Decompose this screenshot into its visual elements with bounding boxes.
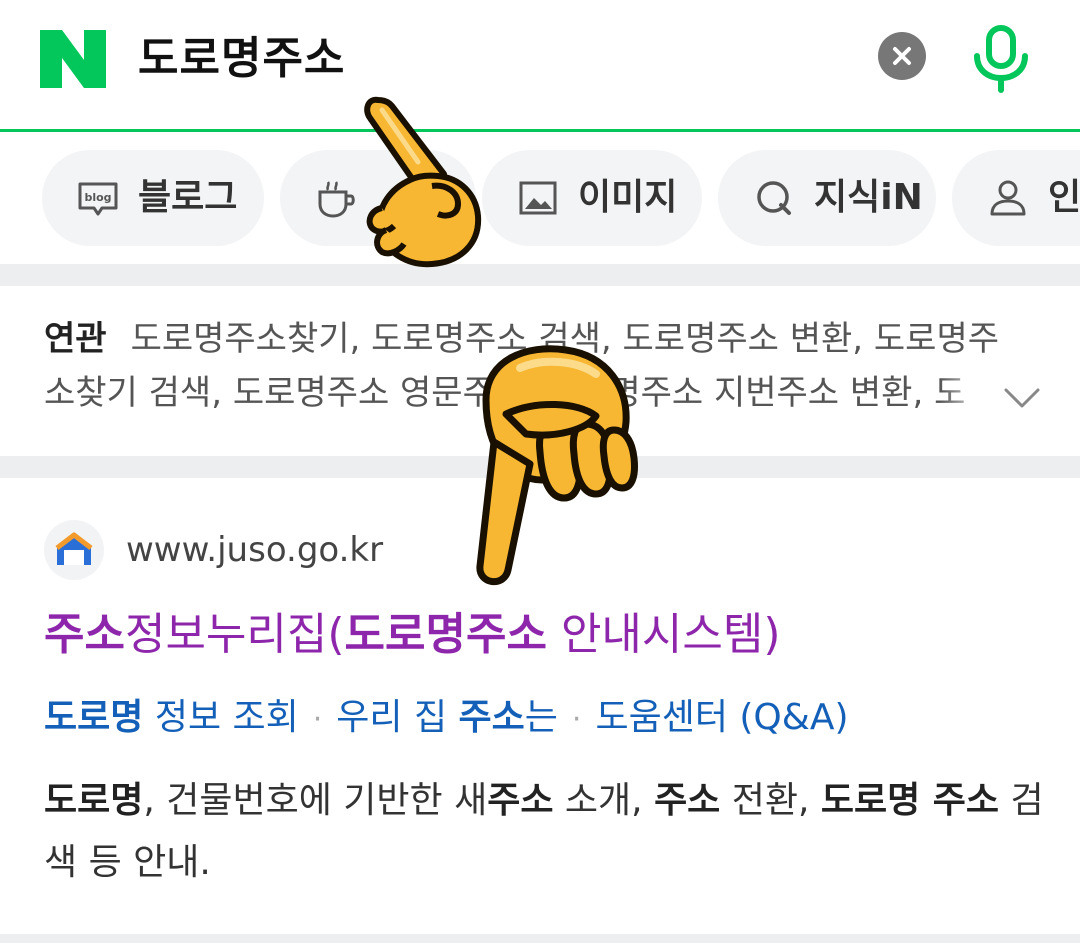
expand-related-button[interactable] (1000, 380, 1044, 416)
title-highlight: 도로명주소 (344, 609, 547, 660)
site-url[interactable]: www.juso.go.kr (126, 526, 383, 574)
title-text: 안내시스템) (546, 609, 781, 660)
tab-label: 지식iN (814, 177, 923, 218)
blog-icon: blog (78, 182, 118, 216)
image-icon (519, 181, 557, 215)
naver-logo[interactable] (40, 30, 106, 88)
sublink-highlight: 도로명 (44, 697, 144, 738)
search-bar: 도로명주소 (0, 0, 1080, 132)
sublink-highlight: 주소 (458, 697, 525, 738)
close-icon (893, 47, 911, 65)
section-divider (0, 934, 1080, 943)
tab-people[interactable]: 인 (952, 150, 1080, 246)
result-sublinks: 도로명 정보 조회 · 우리 집 주소는 · 도움센터 (Q&A) (44, 690, 849, 748)
result-title-link[interactable]: 주소정보누리집(도로명주소 안내시스템) (44, 602, 781, 668)
microphone-icon (974, 25, 1028, 93)
separator: · (312, 702, 323, 737)
tab-images[interactable]: 이미지 (482, 150, 702, 246)
result-description: 도로명, 건물번호에 기반한 새주소 소개, 주소 전환, 도로명 주소 검색 … (44, 770, 1044, 894)
sublink-help-center[interactable]: 도움센터 (Q&A) (595, 697, 848, 738)
tab-knowledge-in[interactable]: 지식iN (718, 150, 936, 246)
voice-search-button[interactable] (968, 22, 1034, 94)
tab-label: 인 (1048, 177, 1080, 218)
search-filter-tabs: blog 블로그 이미지 지식iN 인 (0, 150, 1080, 246)
tab-blog[interactable]: blog 블로그 (42, 150, 264, 246)
desc-highlight: 도로명 주소 (820, 780, 1000, 821)
sublink-road-name-lookup[interactable]: 도로명 정보 조회 (44, 697, 299, 738)
separator: · (571, 702, 582, 737)
clear-search-button[interactable] (878, 32, 926, 80)
tab-label: 블로그 (138, 177, 238, 218)
section-divider (0, 264, 1080, 286)
desc-text: 소개, (553, 780, 655, 821)
sublink-text: 우리 집 (336, 697, 459, 738)
desc-highlight: 도로명 (44, 780, 144, 821)
sublink-text: 는 (524, 697, 558, 738)
sublink-my-address[interactable]: 우리 집 주소는 (336, 697, 558, 738)
desc-highlight: 주소 (654, 780, 721, 821)
title-highlight: 주소 (44, 609, 125, 660)
chevron-down-icon (1004, 388, 1040, 408)
tab-label: 이미지 (578, 177, 678, 218)
pointing-up-hand-icon (320, 88, 500, 278)
person-icon (990, 180, 1026, 216)
related-label: 연관 (44, 319, 107, 359)
desc-text: 전환, (720, 780, 821, 821)
desc-highlight: 주소 (487, 780, 554, 821)
svg-text:blog: blog (84, 191, 111, 204)
pointing-down-hand-icon (446, 330, 676, 600)
title-text: 정보누리집( (124, 609, 345, 660)
house-icon (55, 532, 93, 565)
site-favicon[interactable] (44, 520, 104, 580)
desc-text: , 건물번호에 기반한 새 (143, 780, 488, 821)
sublink-text: 정보 조회 (143, 697, 299, 738)
knowledge-icon (757, 181, 791, 215)
search-input[interactable]: 도로명주소 (138, 30, 345, 88)
